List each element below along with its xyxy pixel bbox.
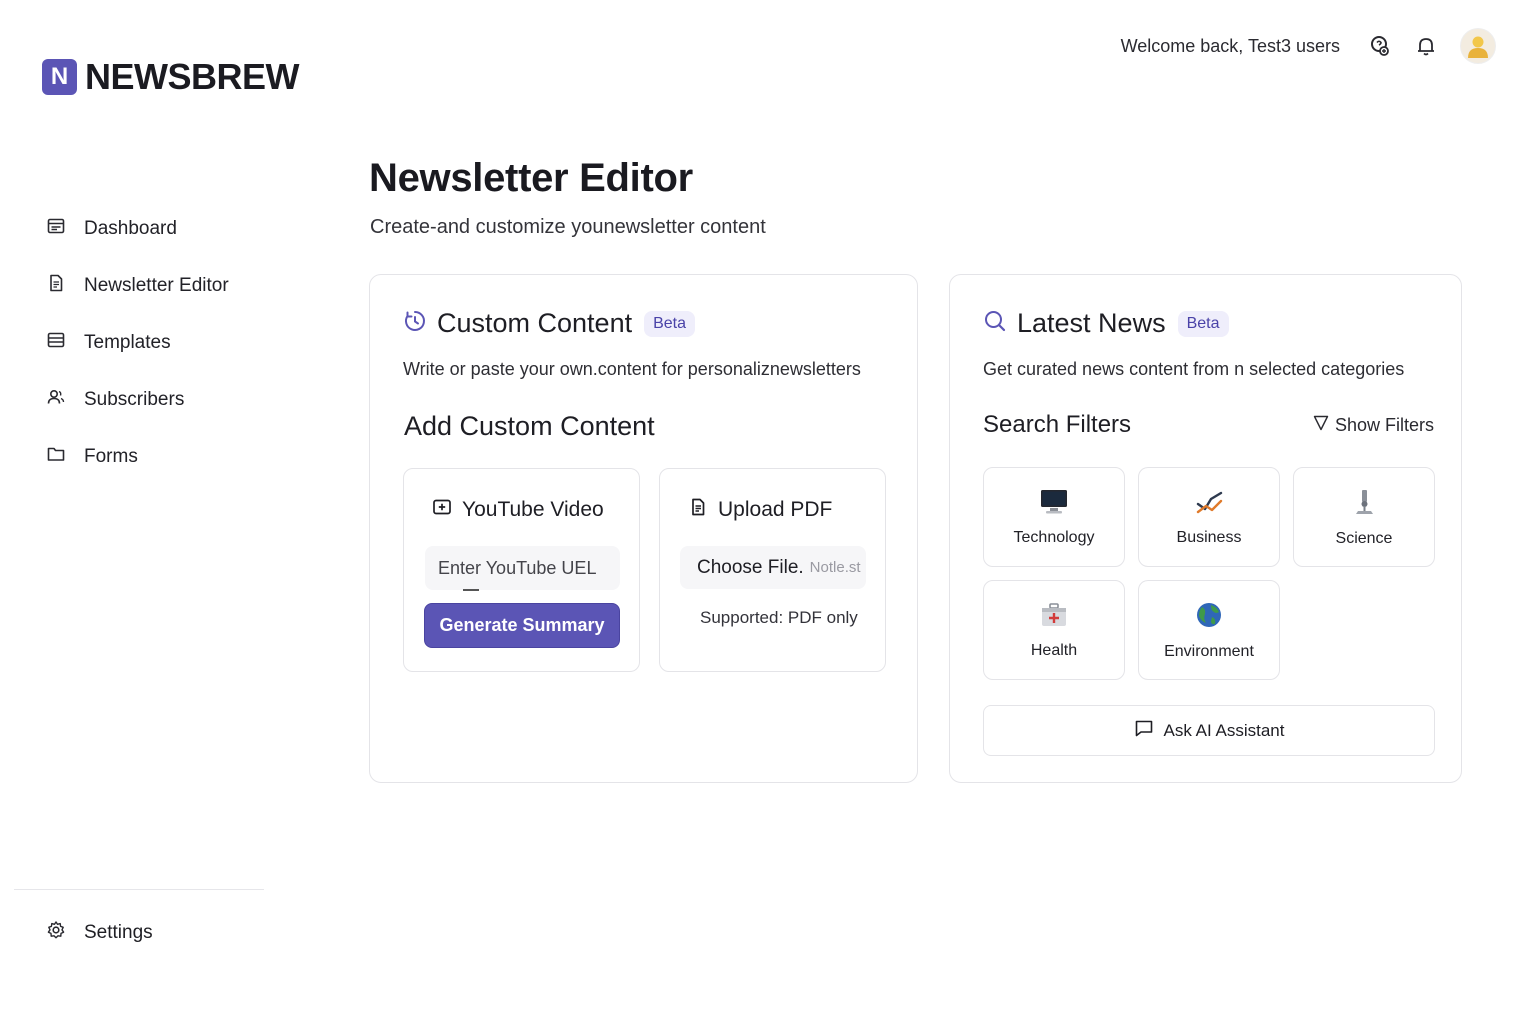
users-icon bbox=[46, 387, 66, 413]
add-video-icon bbox=[432, 497, 452, 523]
sidebar-item-label: Newsletter Editor bbox=[84, 274, 229, 296]
category-environment[interactable]: Environment bbox=[1138, 580, 1280, 680]
category-label: Health bbox=[1030, 641, 1078, 659]
document-icon bbox=[46, 273, 66, 299]
chart-trend-icon bbox=[1194, 488, 1224, 521]
sidebar-item-label: Subscribers bbox=[84, 388, 185, 410]
category-label: Science bbox=[1335, 529, 1393, 547]
upload-pdf-header: Upload PDF bbox=[688, 497, 832, 523]
sidebar-item-label: Forms bbox=[84, 445, 138, 467]
category-label: Business bbox=[1176, 528, 1242, 546]
clock-icon bbox=[403, 309, 427, 338]
ask-ai-assistant-label: Ask AI Assistant bbox=[1163, 720, 1285, 740]
dashboard-icon bbox=[46, 216, 66, 242]
sidebar-item-forms[interactable]: Forms bbox=[46, 428, 276, 485]
search-filters-title: Search Filters bbox=[983, 411, 1132, 438]
sidebar-item-label: Templates bbox=[84, 331, 171, 353]
show-filters-button[interactable]: Show Filters bbox=[1313, 414, 1434, 437]
sidebar-item-label: Settings bbox=[84, 922, 153, 943]
upload-pdf-panel: Upload PDF Choose File. Notle.st Support… bbox=[659, 468, 886, 672]
generate-summary-button[interactable]: Generate Summary bbox=[424, 603, 620, 648]
category-technology[interactable]: Technology bbox=[983, 467, 1125, 567]
custom-content-card: Custom Content Beta Write or paste your … bbox=[369, 274, 918, 783]
top-bar: Welcome back, Test3 users bbox=[1121, 28, 1496, 64]
ask-ai-assistant-button[interactable]: Ask AI Assistant bbox=[983, 705, 1435, 756]
search-icon bbox=[983, 309, 1007, 338]
category-label: Environment bbox=[1164, 642, 1254, 660]
latest-news-card: Latest News Beta Get curated news conten… bbox=[949, 274, 1462, 783]
brand-name: NEWSBREW bbox=[85, 56, 300, 97]
user-avatar[interactable] bbox=[1460, 28, 1496, 64]
category-health[interactable]: Health bbox=[983, 580, 1125, 680]
add-custom-content-title: Add Custom Content bbox=[404, 411, 655, 441]
sidebar-item-settings[interactable]: Settings bbox=[46, 912, 153, 954]
document-icon bbox=[688, 497, 708, 523]
supported-format-note: Supported: PDF only bbox=[700, 608, 858, 627]
chat-bubble-icon bbox=[1134, 718, 1154, 743]
no-file-label: Notle.st bbox=[809, 559, 861, 576]
bell-icon[interactable] bbox=[1414, 34, 1438, 58]
latest-news-description: Get curated news content from n selected… bbox=[983, 359, 1405, 379]
microscope-icon bbox=[1349, 487, 1379, 522]
page-subtitle: Create-and customize younewsletter conte… bbox=[370, 216, 766, 238]
sidebar-divider bbox=[14, 889, 264, 890]
first-aid-kit-icon bbox=[1039, 601, 1069, 634]
show-filters-label: Show Filters bbox=[1334, 414, 1434, 435]
beta-badge: Beta bbox=[1177, 310, 1229, 337]
category-science[interactable]: Science bbox=[1293, 467, 1435, 567]
file-chooser[interactable]: Choose File. Notle.st bbox=[680, 546, 866, 589]
help-icon[interactable] bbox=[1368, 34, 1392, 58]
youtube-video-panel: YouTube Video Generate Summary bbox=[403, 468, 640, 672]
template-icon bbox=[46, 330, 66, 356]
latest-news-title: Latest News bbox=[1017, 308, 1166, 338]
category-label: Technology bbox=[1013, 528, 1095, 546]
youtube-video-title: YouTube Video bbox=[462, 498, 604, 521]
sidebar-item-newsletter-editor[interactable]: Newsletter Editor bbox=[46, 257, 276, 314]
custom-content-description: Write or paste your own.content for pers… bbox=[403, 359, 861, 379]
sidebar-item-subscribers[interactable]: Subscribers bbox=[46, 371, 276, 428]
filter-icon bbox=[1313, 414, 1329, 437]
upload-pdf-title: Upload PDF bbox=[718, 498, 833, 521]
youtube-url-input[interactable] bbox=[425, 546, 620, 590]
folder-icon bbox=[46, 444, 66, 470]
sidebar-item-dashboard[interactable]: Dashboard bbox=[46, 200, 276, 257]
custom-content-title: Custom Content bbox=[437, 308, 633, 338]
beta-badge: Beta bbox=[644, 310, 696, 337]
choose-file-label: Choose File. bbox=[697, 556, 804, 578]
page-title: Newsletter Editor bbox=[369, 156, 693, 200]
custom-content-header: Custom Content Beta bbox=[403, 308, 696, 339]
gear-icon bbox=[46, 920, 66, 946]
monitor-icon bbox=[1039, 488, 1069, 521]
sidebar-item-label: Dashboard bbox=[84, 217, 177, 239]
latest-news-header: Latest News Beta bbox=[983, 308, 1229, 339]
category-business[interactable]: Business bbox=[1138, 467, 1280, 567]
text-cursor bbox=[463, 589, 479, 591]
logo-mark: N bbox=[42, 59, 77, 95]
welcome-message: Welcome back, Test3 users bbox=[1120, 35, 1340, 56]
sidebar: Dashboard Newsletter Editor Templates Su… bbox=[46, 200, 276, 485]
globe-icon bbox=[1194, 600, 1224, 635]
search-filters-row: Search Filters Show Filters bbox=[983, 411, 1434, 439]
youtube-video-header: YouTube Video bbox=[432, 497, 604, 523]
brand-logo[interactable]: N NEWSBREW bbox=[42, 56, 300, 98]
sidebar-item-templates[interactable]: Templates bbox=[46, 314, 276, 371]
